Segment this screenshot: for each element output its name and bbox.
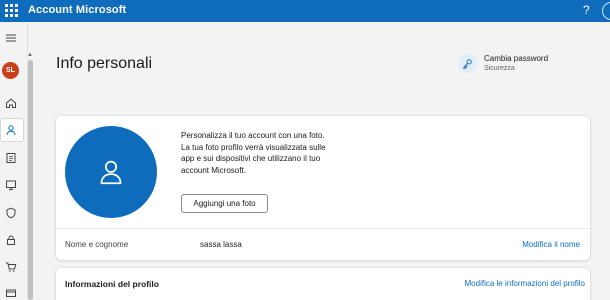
key-icon: [458, 54, 477, 73]
page-title: Info personali: [56, 55, 153, 72]
photo-description: Personalizza il tuo account con una foto…: [181, 131, 326, 175]
profile-photo-card: Personalizza il tuo account con una foto…: [56, 116, 590, 260]
profile-info-title: Informazioni del profilo: [65, 279, 159, 289]
change-password-title: Cambia password: [484, 54, 549, 63]
person-icon[interactable]: [3, 122, 19, 138]
user-avatar[interactable]: SL: [2, 62, 19, 79]
shield-icon[interactable]: [3, 205, 19, 221]
scrollbar-thumb[interactable]: [28, 60, 33, 300]
app-title[interactable]: Account Microsoft: [28, 4, 126, 16]
change-password-subtitle: Sicurezza: [484, 65, 515, 72]
lock-icon[interactable]: [3, 232, 19, 248]
card-icon[interactable]: [3, 285, 19, 300]
full-name-value: sassa lassa: [200, 240, 242, 249]
account-avatar[interactable]: [602, 2, 610, 20]
divider: [56, 228, 590, 229]
home-icon[interactable]: [3, 95, 19, 111]
add-photo-button[interactable]: Aggiungi una foto: [181, 194, 268, 213]
sidebar: SL: [0, 22, 28, 300]
change-password-link[interactable]: Cambia password Sicurezza: [458, 54, 548, 74]
menu-icon[interactable]: [3, 30, 19, 46]
person-icon: [100, 160, 122, 185]
full-name-label: Nome e cognome: [65, 240, 129, 249]
profile-info-card: Informazioni del profilo Modifica le inf…: [56, 268, 590, 300]
cart-icon[interactable]: [3, 259, 19, 275]
app-launcher-icon[interactable]: [5, 4, 18, 17]
edit-profile-info-link[interactable]: Modifica le informazioni del profilo: [465, 279, 586, 288]
help-icon[interactable]: ?: [583, 3, 590, 17]
edit-name-link[interactable]: Modifica il nome: [522, 240, 580, 249]
change-password-text: Cambia password Sicurezza: [484, 54, 548, 74]
document-icon[interactable]: [3, 150, 19, 166]
scroll-up-icon[interactable]: ▲: [27, 52, 33, 58]
monitor-icon[interactable]: [3, 177, 19, 193]
top-app-bar: Account Microsoft ?: [0, 0, 610, 22]
profile-photo-placeholder[interactable]: [65, 126, 157, 218]
